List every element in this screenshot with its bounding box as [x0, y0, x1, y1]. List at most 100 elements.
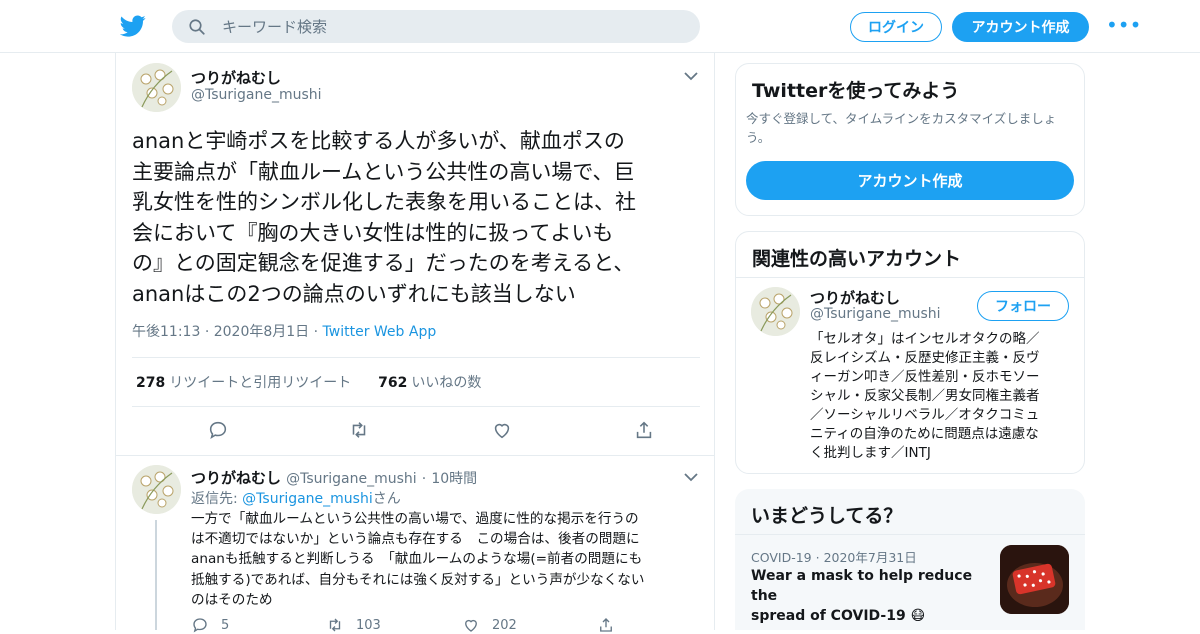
trend-headline[interactable]: Wear a mask to help reduce the spread of… — [751, 566, 986, 626]
like-action[interactable]: 202 — [462, 616, 517, 634]
avatar-image — [132, 465, 181, 514]
reply-text-line: は不適切ではないか」という論点も存在する この場合は、後者の問題に — [191, 531, 640, 548]
top-bar: ログイン アカウント作成 ••• — [0, 0, 1200, 53]
avatar-image — [132, 63, 181, 112]
likes-count: 762 — [378, 375, 408, 391]
meta-separator: · — [313, 324, 323, 340]
retweet-count: 103 — [356, 617, 381, 633]
tweet-meta: 午後11:13 · 2020年8月1日 · Twitter Web App — [132, 321, 436, 341]
signup-card-title: Twitterを使ってみよう — [752, 80, 960, 102]
related-bio-line: 反レイシズム・反歴史修正主義・反ヴ — [810, 350, 1040, 366]
tweet-text: ananと宇崎ポスを比較する人が多いが、献血ポスの 主要論点が「献血ルームという… — [132, 126, 702, 309]
reply-tweet[interactable]: つりがねむし @Tsurigane_mushi · 10時間 返信先: @Tsu… — [116, 456, 714, 633]
signup-card-desc-line: 今すぐ登録して、タイムラインをカスタマイズしましょ — [746, 111, 1057, 126]
like-icon — [465, 619, 477, 632]
trend-meta: COVID-19 · 2020年7月31日 — [751, 547, 917, 566]
reply-icon — [193, 618, 207, 633]
divider — [132, 357, 700, 358]
tweet-text-line: ananはこの2つの論点のいずれにも該当しない — [132, 281, 576, 306]
author-handle[interactable]: @Tsurigane_mushi — [191, 87, 322, 103]
tweet-time[interactable]: 午後11:13 — [132, 324, 200, 340]
avatar[interactable] — [751, 287, 800, 336]
signup-card-button[interactable]: アカウント作成 — [746, 161, 1074, 200]
twitter-bird-icon[interactable] — [120, 13, 146, 39]
related-handle[interactable]: @Tsurigane_mushi — [810, 306, 941, 322]
tweet-text-line: の』との固定観念を促進する」だったのを考えると、 — [132, 251, 635, 275]
related-bio-line: ／ソーシャルリベラル／オタクコミュ — [810, 407, 1040, 423]
reply-to-prefix: 返信先: — [191, 491, 243, 507]
signup-card: Twitterを使ってみよう 今すぐ登録して、タイムラインをカスタマイズしましょ… — [735, 63, 1085, 216]
likes-label: いいねの数 — [411, 375, 482, 391]
reply-text-line: ananも抵触すると判断しうる 「献血ルームのような場(=前者の問題にも — [191, 551, 643, 568]
related-accounts-card: 関連性の高いアカウント つりがねむし @Tsurigane_mushi フォロー… — [735, 231, 1085, 474]
reply-text-line: 抵触する)であれば、自分もそれには強く反対する」という声が少なくない — [191, 571, 645, 588]
reply-to-suffix: さん — [372, 491, 401, 507]
tweet-text-line: 乳女性を性的シンボル化した表象を用いることは、社 — [132, 190, 636, 214]
divider — [132, 406, 700, 407]
trend-topic: COVID-19 — [751, 550, 812, 565]
related-card-title: 関連性の高いアカウント — [752, 248, 962, 270]
chevron-down-icon[interactable] — [684, 71, 698, 81]
tweet-stats: 278 リツイートと引用リツイート 762 いいねの数 — [136, 372, 481, 392]
trends-card: いまどうしてる？ COVID-19 · 2020年7月31日 Wear a ma… — [735, 489, 1085, 630]
reply-text: 一方で「献血ルームという公共性の高い場で、過度に性的な掲示を行うの は不適切では… — [191, 509, 696, 610]
share-icon[interactable] — [633, 419, 655, 441]
search-icon — [189, 19, 205, 35]
reply-time[interactable]: 10時間 — [431, 471, 477, 487]
retweet-icon[interactable] — [348, 419, 370, 441]
search-input[interactable] — [222, 10, 682, 43]
signup-card-desc: 今すぐ登録して、タイムラインをカスタマイズしましょ う。 — [746, 109, 1081, 147]
tweet-actions — [132, 419, 700, 443]
trend-thumbnail-image — [1000, 545, 1069, 614]
reply-to-handle[interactable]: @Tsurigane_mushi — [242, 491, 373, 507]
like-count: 202 — [492, 617, 517, 633]
trend-headline-line: spread of COVID-19 😷 — [751, 608, 926, 624]
thread-line — [155, 520, 157, 630]
reply-to: 返信先: @Tsurigane_mushiさん — [191, 488, 401, 508]
tweet-text-line: 会において『胸の大きい女性は性的に扱ってよいも — [132, 220, 614, 245]
tweet-source-link[interactable]: Twitter Web App — [323, 324, 437, 340]
related-bio: 「セルオタ」はインセルオタクの略／ 反レイシズム・反歴史修正主義・反ヴ ィーガン… — [810, 330, 1080, 463]
author-name[interactable]: つりがねむし — [191, 67, 281, 88]
chevron-down-icon[interactable] — [684, 472, 698, 482]
retweets-label: リツイートと引用リツイート — [169, 375, 352, 391]
login-button[interactable]: ログイン — [850, 12, 942, 42]
avatar[interactable] — [132, 63, 181, 112]
signup-card-desc-line: う。 — [746, 130, 771, 145]
avatar[interactable] — [132, 465, 181, 514]
related-bio-line: ニティの自浄のために問題点は遠慮な — [810, 426, 1039, 442]
trend-date: 2020年7月31日 — [823, 550, 917, 565]
reply-author-handle[interactable]: @Tsurigane_mushi — [286, 471, 417, 487]
like-icon[interactable] — [491, 419, 513, 441]
related-bio-line: く批判します／INTJ — [810, 445, 931, 461]
reply-text-line: 一方で「献血ルームという公共性の高い場で、過度に性的な掲示を行うの — [191, 511, 639, 527]
retweets-stat[interactable]: 278 リツイートと引用リツイート — [136, 375, 351, 391]
trend-thumbnail[interactable] — [1000, 545, 1069, 614]
divider — [736, 277, 1084, 278]
avatar-image — [751, 287, 800, 336]
share-action[interactable] — [597, 616, 615, 634]
related-bio-line: ィーガン叩き／反性差別・反ホモソー — [810, 369, 1040, 385]
reply-action[interactable]: 5 — [191, 616, 229, 634]
meta-separator: · — [815, 550, 824, 565]
divider — [735, 534, 1085, 535]
follow-button[interactable]: フォロー — [977, 291, 1069, 321]
signup-button[interactable]: アカウント作成 — [952, 12, 1089, 42]
reply-author-name[interactable]: つりがねむし — [191, 469, 281, 487]
search-box[interactable] — [172, 10, 700, 43]
reply-count: 5 — [221, 617, 230, 633]
retweet-action[interactable]: 103 — [326, 616, 381, 634]
likes-stat[interactable]: 762 いいねの数 — [378, 375, 481, 391]
tweet-date[interactable]: 2020年8月1日 — [214, 324, 309, 340]
more-menu-icon[interactable]: ••• — [1106, 15, 1141, 36]
meta-separator: · — [421, 471, 427, 487]
retweets-count: 278 — [136, 375, 166, 391]
share-icon — [600, 618, 612, 632]
related-bio-line: 「セルオタ」はインセルオタクの略／ — [810, 331, 1040, 347]
retweet-icon — [329, 618, 341, 632]
trends-title: いまどうしてる？ — [751, 505, 903, 527]
related-bio-line: シャル・反家父長制／男女同権主義者 — [810, 388, 1040, 404]
related-name[interactable]: つりがねむし — [810, 287, 900, 308]
trend-headline-line: Wear a mask to help reduce the — [751, 568, 973, 604]
reply-icon[interactable] — [207, 419, 229, 441]
